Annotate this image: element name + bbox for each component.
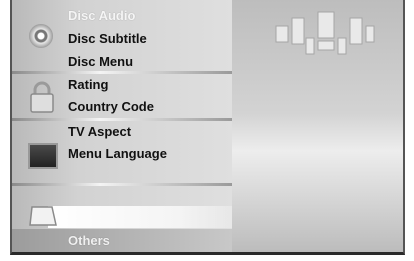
others-icon xyxy=(29,206,57,226)
menu-item-menu-language[interactable]: Menu Language xyxy=(68,146,167,161)
menu-item-country-code[interactable]: Country Code xyxy=(68,99,154,114)
setup-menu-list: Disc Audio Disc Subtitle Disc Menu Ratin… xyxy=(12,0,268,252)
menu-divider xyxy=(12,71,232,74)
setup-menu-screen: Disc Audio Disc Subtitle Disc Menu Ratin… xyxy=(10,0,405,255)
menu-item-disc-menu[interactable]: Disc Menu xyxy=(68,54,133,69)
lock-icon xyxy=(30,81,54,113)
tv-icon xyxy=(28,143,58,169)
speaker-layout-icon xyxy=(275,11,375,55)
menu-divider xyxy=(12,183,232,186)
menu-item-tv-aspect[interactable]: TV Aspect xyxy=(68,124,131,139)
menu-item-rating[interactable]: Rating xyxy=(68,77,108,92)
disc-icon xyxy=(29,24,53,48)
preview-panel xyxy=(232,0,403,252)
others-row[interactable] xyxy=(12,229,232,252)
menu-item-disc-audio[interactable]: Disc Audio xyxy=(68,8,135,23)
menu-divider xyxy=(12,118,232,121)
menu-item-disc-subtitle[interactable]: Disc Subtitle xyxy=(68,31,147,46)
menu-item-others[interactable]: Others xyxy=(68,233,110,248)
